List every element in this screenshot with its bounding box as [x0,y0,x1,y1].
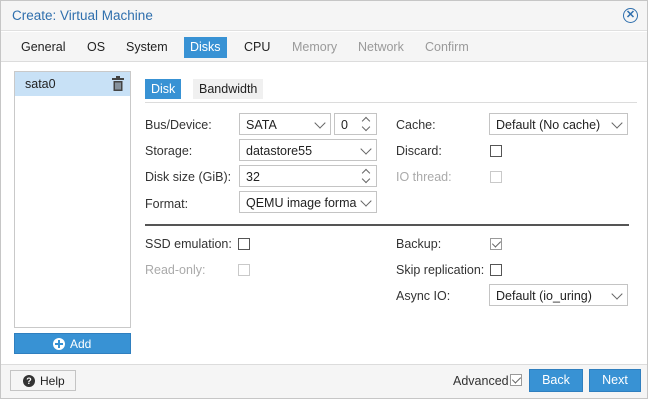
chevron-down-icon[interactable] [314,117,326,129]
skip-replication-checkbox[interactable] [490,264,502,276]
bus-select[interactable]: SATA [239,113,331,135]
chevron-down-icon[interactable] [611,117,623,129]
async-io-label: Async IO: [396,289,451,303]
tab-system[interactable]: System [120,37,174,58]
disk-list-item[interactable]: sata0 [15,72,130,96]
read-only-label: Read-only: [145,263,206,277]
spinner-icon[interactable] [361,115,373,133]
format-value: QEMU image forma [246,196,357,210]
bus-device-label: Bus/Device: [145,118,212,132]
disk-size-value: 32 [246,170,260,184]
subtab-divider [145,102,637,103]
subtab-disk[interactable]: Disk [145,79,182,99]
skip-replication-label: Skip replication: [396,263,485,277]
ssd-emulation-label: SSD emulation: [145,237,232,251]
disk-list: sata0 [14,71,131,328]
plus-circle-icon [53,338,65,350]
cache-select[interactable]: Default (No cache) [489,113,628,135]
storage-select[interactable]: datastore55 [239,139,377,161]
spinner-icon[interactable] [361,167,373,185]
disk-size-field[interactable]: 32 [239,165,377,187]
chevron-down-icon[interactable] [611,288,623,300]
cache-label: Cache: [396,118,436,132]
format-label: Format: [145,197,189,211]
async-io-select[interactable]: Default (io_uring) [489,284,628,306]
device-value: 0 [341,118,348,132]
add-disk-button[interactable]: Add [14,333,131,354]
question-circle-icon: ? [23,375,35,387]
io-thread-label: IO thread: [396,170,452,184]
tab-disks[interactable]: Disks [184,37,227,58]
dialog-title: Create: Virtual Machine [12,8,153,23]
backup-label: Backup: [396,237,442,251]
subtab-bandwidth[interactable]: Bandwidth [193,79,264,99]
read-only-checkbox [238,264,250,276]
chevron-down-icon[interactable] [360,143,372,155]
format-select[interactable]: QEMU image forma [239,191,377,213]
tab-memory: Memory [292,40,338,54]
backup-checkbox[interactable] [490,238,502,250]
discard-label: Discard: [396,144,442,158]
bus-value: SATA [246,118,277,132]
help-label: Help [40,374,65,388]
tab-confirm: Confirm [425,40,469,54]
disk-size-label: Disk size (GiB): [145,170,232,184]
close-icon[interactable]: ✕ [623,8,638,23]
section-separator [145,224,629,226]
tab-os[interactable]: OS [81,37,111,58]
device-stepper[interactable]: 0 [334,113,377,135]
trash-icon[interactable] [111,76,125,92]
wizard-tabs: General OS System Disks CPU Memory Netwo… [1,32,647,62]
io-thread-checkbox [490,171,502,183]
storage-value: datastore55 [246,144,313,158]
tab-network: Network [358,40,404,54]
tab-general[interactable]: General [15,37,71,58]
disk-item-label: sata0 [25,77,56,91]
add-label: Add [70,337,92,351]
create-vm-dialog: Create: Virtual Machine ✕ General OS Sys… [0,0,648,399]
chevron-down-icon[interactable] [360,195,372,207]
discard-checkbox[interactable] [490,145,502,157]
storage-label: Storage: [145,144,193,158]
advanced-label: Advanced [453,374,509,388]
tab-cpu[interactable]: CPU [238,37,276,58]
help-button[interactable]: ? Help [10,370,76,391]
cache-value: Default (No cache) [496,118,601,132]
async-io-value: Default (io_uring) [496,289,592,303]
advanced-checkbox[interactable] [510,374,522,386]
dialog-titlebar: Create: Virtual Machine ✕ [1,1,647,31]
next-button[interactable]: Next [589,369,641,392]
back-button[interactable]: Back [529,369,583,392]
ssd-emulation-checkbox[interactable] [238,238,250,250]
